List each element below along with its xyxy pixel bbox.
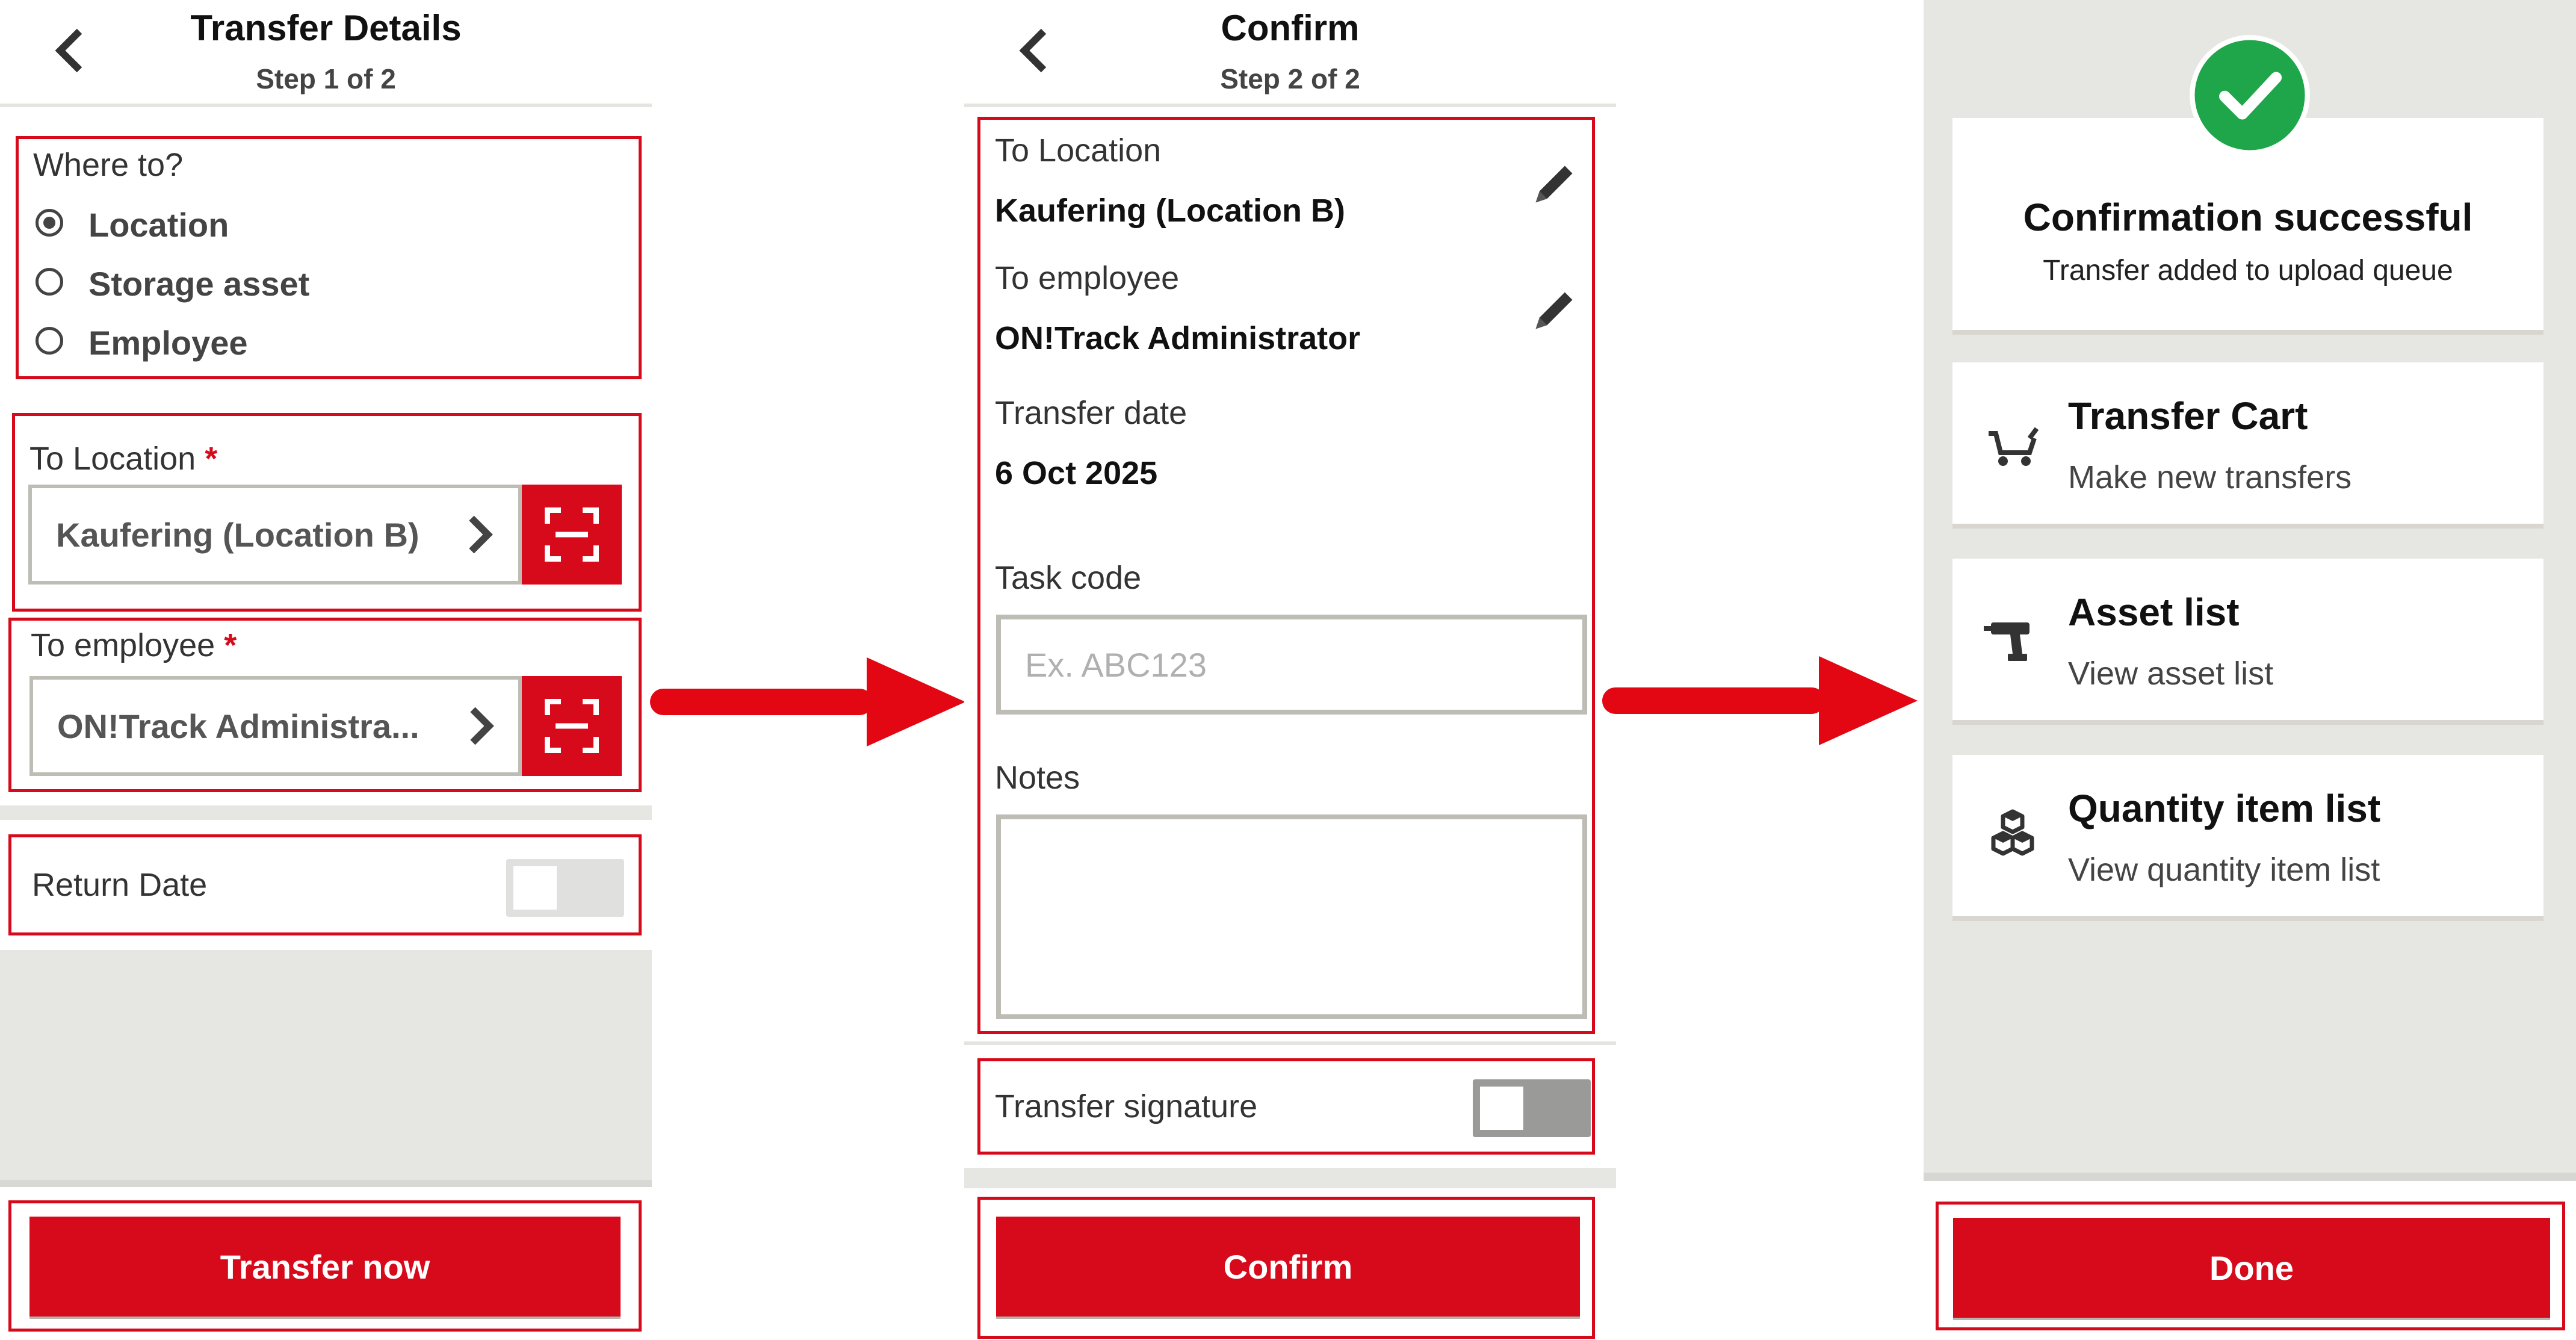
to-employee-label-text: To employee (31, 627, 215, 663)
to-location-label: To Location (995, 132, 1162, 169)
page-title: Transfer Details (190, 8, 462, 48)
notes-textarea[interactable] (996, 814, 1587, 1019)
flow-arrow-icon (1602, 656, 1918, 745)
confirmation-screen: Confirmation successful Transfer added t… (1924, 0, 2576, 1340)
scan-location-button[interactable] (522, 485, 622, 585)
step-indicator: Step 1 of 2 (256, 63, 396, 95)
radio-employee[interactable] (36, 327, 63, 355)
step-indicator: Step 2 of 2 (1220, 63, 1360, 95)
to-location-value: Kaufering (Location B) (995, 193, 1345, 229)
transfer-now-button[interactable]: Transfer now (29, 1217, 621, 1317)
transfer-signature-label: Transfer signature (995, 1088, 1258, 1124)
notes-label: Notes (995, 760, 1080, 796)
radio-location-label[interactable]: Location (88, 205, 229, 244)
confirmation-subtitle: Transfer added to upload queue (2043, 255, 2453, 287)
task-code-placeholder: Ex. ABC123 (1025, 645, 1207, 684)
divider (964, 1168, 1616, 1188)
transfer-signature-toggle[interactable] (1473, 1079, 1591, 1137)
to-employee-picker[interactable]: ON!Track Administra... (29, 676, 522, 776)
done-button[interactable]: Done (1953, 1218, 2550, 1318)
to-location-label-text: To Location (29, 441, 196, 477)
divider (0, 805, 652, 820)
card-subtitle: Make new transfers (2068, 459, 2352, 495)
pencil-icon[interactable] (1528, 286, 1579, 337)
scan-employee-button[interactable] (522, 676, 622, 776)
done-wrapper: Done (1936, 1202, 2565, 1330)
return-date-label: Return Date (32, 867, 208, 903)
confirmation-title: Confirmation successful (2023, 196, 2473, 239)
required-mark: * (205, 441, 218, 477)
to-employee-group: To employee * ON!Track Administra... (8, 618, 642, 792)
transfer-date-value: 6 Oct 2025 (995, 455, 1158, 491)
to-location-group: To Location * Kaufering (Location B) (12, 413, 642, 612)
page-title: Confirm (1221, 8, 1360, 48)
chevron-right-icon (470, 707, 494, 745)
to-employee-label: To employee * (31, 627, 237, 664)
confirm-details-group: To Location Kaufering (Location B) To em… (977, 117, 1595, 1034)
return-date-toggle[interactable] (506, 859, 624, 917)
card-title: Transfer Cart (2068, 394, 2308, 438)
task-code-input[interactable]: Ex. ABC123 (996, 615, 1587, 715)
to-employee-value: ON!Track Administra... (57, 707, 420, 745)
scan-icon (545, 699, 599, 753)
to-employee-value: ON!Track Administrator (995, 320, 1361, 356)
card-subtitle: View asset list (2068, 656, 2274, 692)
required-mark: * (224, 627, 237, 663)
to-location-picker[interactable]: Kaufering (Location B) (28, 485, 522, 585)
to-location-label: To Location * (29, 440, 217, 477)
header: Transfer Details Step 1 of 2 (0, 0, 652, 107)
to-location-value: Kaufering (Location B) (56, 515, 420, 554)
flow-arrow-icon (650, 657, 965, 746)
quantity-item-list-card[interactable]: Quantity item list View quantity item li… (1952, 755, 2543, 921)
boxes-icon (1991, 809, 2034, 856)
confirm-screen: Confirm Step 2 of 2 To Location Kauferin… (964, 0, 1616, 1340)
pencil-icon[interactable] (1528, 160, 1579, 210)
toggle-knob (1480, 1087, 1523, 1130)
confirm-button[interactable]: Confirm (996, 1217, 1580, 1317)
radio-storage-asset[interactable] (36, 268, 63, 296)
radio-employee-label[interactable]: Employee (88, 323, 248, 362)
divider (964, 1041, 1616, 1045)
header: Confirm Step 2 of 2 (964, 0, 1616, 107)
transfer-now-wrapper: Transfer now (8, 1200, 642, 1332)
toggle-knob (513, 866, 557, 910)
transfer-cart-card[interactable]: Transfer Cart Make new transfers (1952, 362, 2543, 529)
transfer-signature-row: Transfer signature (977, 1058, 1595, 1155)
transfer-details-screen: Transfer Details Step 1 of 2 Where to? L… (0, 0, 652, 1340)
chevron-right-icon (469, 515, 493, 554)
confirm-wrapper: Confirm (977, 1197, 1595, 1339)
empty-area (0, 950, 652, 1187)
where-to-label: Where to? (33, 147, 184, 183)
card-title: Quantity item list (2068, 787, 2381, 830)
asset-list-card[interactable]: Asset list View asset list (1952, 559, 2543, 725)
transfer-date-label: Transfer date (995, 395, 1187, 431)
scan-icon (545, 507, 599, 562)
to-employee-label: To employee (995, 260, 1180, 296)
divider (0, 1180, 652, 1187)
card-subtitle: View quantity item list (2068, 852, 2380, 888)
return-date-row: Return Date (8, 834, 642, 935)
drill-icon (1984, 622, 2030, 661)
cart-icon (1989, 427, 2039, 466)
card-title: Asset list (2068, 591, 2240, 634)
task-code-label: Task code (995, 560, 1142, 596)
radio-storage-asset-label[interactable]: Storage asset (88, 264, 309, 303)
where-to-group: Where to? Location Storage asset Employe… (16, 136, 642, 379)
radio-location[interactable] (36, 209, 63, 237)
success-check-icon (2190, 35, 2310, 155)
